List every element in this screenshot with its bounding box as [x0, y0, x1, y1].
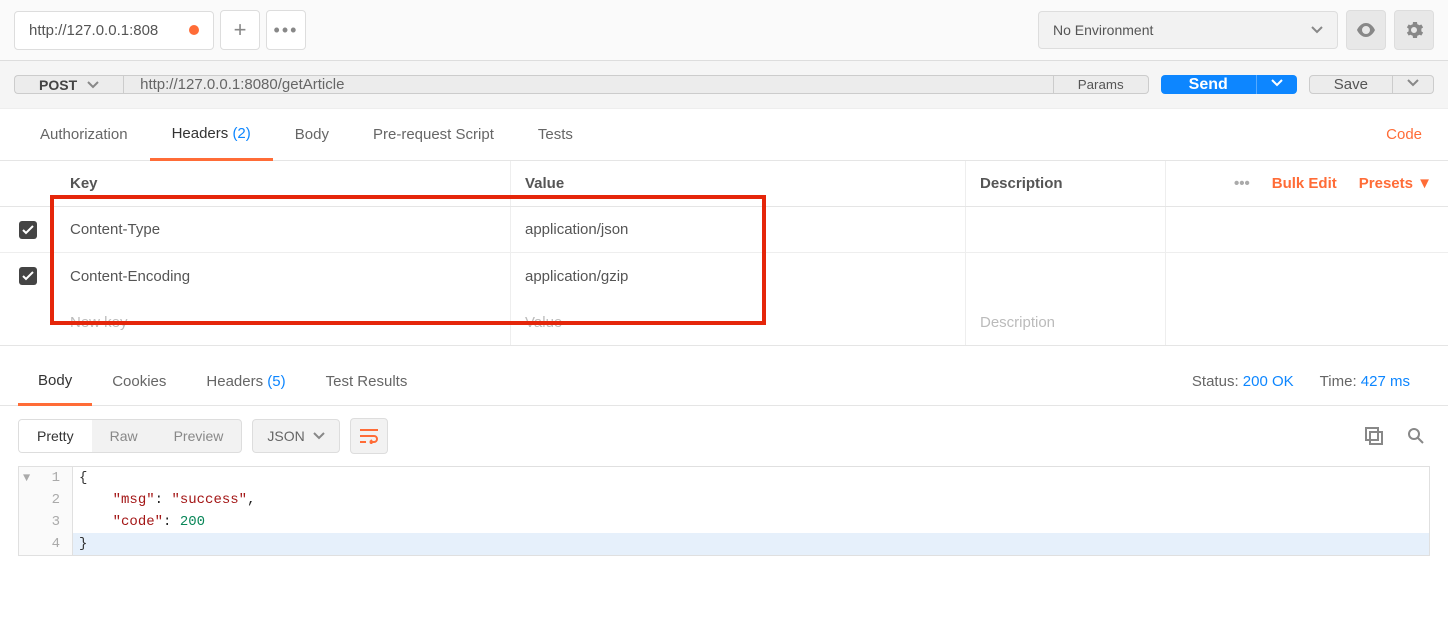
headers-new-row[interactable]: New key Value Description [0, 299, 1448, 345]
presets-dropdown[interactable]: Presets ▼ [1359, 175, 1432, 192]
request-bar: POST Params Send Save [0, 61, 1448, 109]
chevron-down-icon [87, 79, 99, 91]
time-value: 427 ms [1361, 373, 1410, 390]
copy-button[interactable] [1360, 422, 1388, 450]
method-dropdown[interactable]: POST [14, 75, 123, 94]
table-row[interactable]: Content-Type application/json [0, 207, 1448, 253]
ellipsis-icon: ••• [274, 20, 299, 41]
table-row[interactable]: Content-Encoding application/gzip [0, 253, 1448, 299]
row-checkbox[interactable] [0, 253, 56, 299]
copy-icon [1365, 427, 1383, 445]
wrap-lines-button[interactable] [350, 418, 388, 454]
environment-select[interactable]: No Environment [1038, 11, 1338, 49]
format-group: Pretty Raw Preview [18, 419, 242, 453]
chevron-down-icon [1271, 77, 1283, 89]
new-tab-button[interactable]: + [220, 10, 260, 50]
request-tabs: Authorization Headers (2) Body Pre-reque… [0, 109, 1448, 161]
chevron-down-icon [313, 430, 325, 442]
row-checkbox[interactable] [0, 207, 56, 252]
new-value-input[interactable]: Value [511, 299, 966, 345]
request-tab[interactable]: http://127.0.0.1:808 [14, 11, 214, 50]
new-key-input[interactable]: New key [56, 299, 511, 345]
tab-pre-request-script[interactable]: Pre-request Script [351, 110, 516, 159]
header-description[interactable] [966, 207, 1166, 252]
eye-icon [1356, 23, 1376, 37]
save-button[interactable]: Save [1309, 75, 1393, 94]
search-icon [1407, 427, 1425, 445]
header-description[interactable] [966, 253, 1166, 299]
col-value: Value [511, 161, 966, 206]
header-key[interactable]: Content-Type [56, 207, 511, 252]
plus-icon: + [234, 19, 247, 41]
check-icon [19, 267, 37, 285]
format-pretty-button[interactable]: Pretty [19, 420, 92, 452]
top-bar: http://127.0.0.1:808 + ••• No Environmen… [0, 0, 1448, 61]
headers-table-head: Key Value Description ••• Bulk Edit Pres… [0, 161, 1448, 207]
send-button[interactable]: Send [1161, 75, 1256, 94]
environment-label: No Environment [1053, 22, 1153, 38]
format-preview-button[interactable]: Preview [156, 420, 242, 452]
chevron-down-icon [1407, 77, 1419, 89]
method-label: POST [39, 77, 77, 93]
toolbar-right [1360, 422, 1430, 450]
unsaved-dot-icon [189, 25, 199, 35]
tab-strip: http://127.0.0.1:808 + ••• [14, 10, 306, 50]
response-body-toolbar: Pretty Raw Preview JSON [0, 406, 1448, 466]
columns-menu-button[interactable]: ••• [1234, 175, 1250, 192]
response-code-view[interactable]: ▼1{2 "msg": "success",3 "code": 2004} [18, 466, 1430, 556]
status-value: 200 OK [1243, 373, 1294, 390]
save-dropdown-button[interactable] [1393, 75, 1434, 94]
headers-table: Key Value Description ••• Bulk Edit Pres… [0, 161, 1448, 346]
params-button[interactable]: Params [1054, 75, 1149, 94]
code-link[interactable]: Code [1378, 110, 1430, 159]
top-right: No Environment [1038, 10, 1434, 50]
header-key[interactable]: Content-Encoding [56, 253, 511, 299]
settings-button[interactable] [1394, 10, 1434, 50]
resp-tab-body[interactable]: Body [18, 358, 92, 406]
wrap-icon [359, 428, 379, 444]
tab-authorization[interactable]: Authorization [18, 110, 150, 159]
response-meta: Status: 200 OK Time: 427 ms [1192, 373, 1430, 390]
language-dropdown[interactable]: JSON [252, 419, 339, 453]
bulk-edit-link[interactable]: Bulk Edit [1272, 175, 1337, 192]
environment-quicklook-button[interactable] [1346, 10, 1386, 50]
send-dropdown-button[interactable] [1256, 75, 1297, 94]
header-value[interactable]: application/json [511, 207, 966, 252]
gear-icon [1405, 21, 1423, 39]
response-tabs: Body Cookies Headers (5) Test Results St… [0, 358, 1448, 406]
tab-title: http://127.0.0.1:808 [29, 22, 158, 39]
format-raw-button[interactable]: Raw [92, 420, 156, 452]
resp-tab-headers[interactable]: Headers (5) [186, 359, 305, 404]
search-button[interactable] [1402, 422, 1430, 450]
save-button-group: Save [1309, 75, 1434, 94]
send-button-group: Send [1161, 75, 1297, 94]
header-value[interactable]: application/gzip [511, 253, 966, 299]
tab-tests[interactable]: Tests [516, 110, 595, 159]
resp-tab-cookies[interactable]: Cookies [92, 359, 186, 404]
tab-actions-button[interactable]: ••• [266, 10, 306, 50]
col-description: Description [966, 161, 1166, 206]
new-description-input[interactable]: Description [966, 299, 1166, 345]
url-input[interactable] [123, 75, 1054, 94]
chevron-down-icon [1311, 24, 1323, 36]
check-icon [19, 221, 37, 239]
col-key: Key [56, 161, 511, 206]
tab-headers[interactable]: Headers (2) [150, 109, 273, 161]
tab-body[interactable]: Body [273, 110, 351, 159]
resp-tab-test-results[interactable]: Test Results [306, 359, 428, 404]
